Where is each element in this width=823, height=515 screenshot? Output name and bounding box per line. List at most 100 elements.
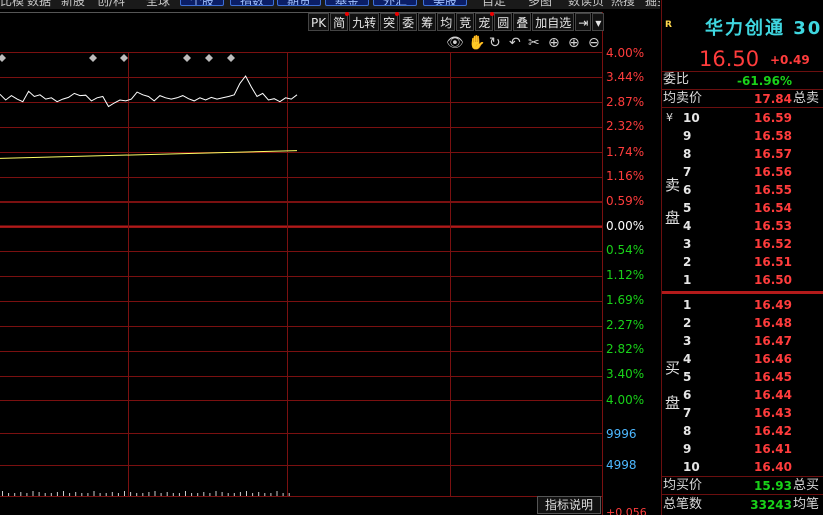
volume-bar xyxy=(154,491,156,496)
volume-bar xyxy=(117,493,119,496)
volume-bar xyxy=(105,493,107,496)
buy-price[interactable]: 16.40 xyxy=(742,459,792,475)
percent-tick: 1.74% xyxy=(606,145,645,159)
percent-tick: 1.69% xyxy=(606,293,645,307)
buy-price[interactable]: 16.42 xyxy=(742,423,792,439)
nine-turn-button[interactable]: 九转 xyxy=(349,13,380,31)
undo-icon[interactable]: ↶ xyxy=(509,36,521,50)
buy-price[interactable]: 16.45 xyxy=(742,369,792,385)
weibi-label: 委比 xyxy=(663,72,690,87)
order-button[interactable]: 委 xyxy=(399,13,418,31)
scissors-icon[interactable]: ✂ xyxy=(528,36,540,50)
current-price: 16.50 xyxy=(699,47,760,71)
orderbook-separator xyxy=(662,291,823,294)
buy-price[interactable]: 16.47 xyxy=(742,333,792,349)
buy-level: 6 xyxy=(683,388,692,402)
buy-price[interactable]: 16.48 xyxy=(742,315,792,331)
quote-panel: R 华力创通 30 16.50 +0.49 委比 -61.96% 均卖价 17.… xyxy=(661,0,823,515)
chips-button[interactable]: 筹 xyxy=(418,13,437,31)
buy-level: 8 xyxy=(683,424,692,438)
favor-button[interactable]: 宠 xyxy=(475,12,495,31)
volume-bar xyxy=(111,492,113,496)
add-watchlist-button[interactable]: 加自选 xyxy=(532,13,575,31)
buy-word: 盘 xyxy=(665,394,681,412)
sell-price[interactable]: 16.58 xyxy=(742,128,792,144)
total-sell-label: 总卖 xyxy=(793,91,820,106)
sell-price[interactable]: 16.55 xyxy=(742,182,792,198)
sell-price[interactable]: 16.53 xyxy=(742,218,792,234)
weibi-value: -61.96% xyxy=(737,74,792,88)
auction-button[interactable]: 竞 xyxy=(456,13,475,31)
volume-bar xyxy=(69,493,71,496)
sell-level: 8 xyxy=(683,147,692,161)
eye-icon[interactable]: 👁 xyxy=(446,36,464,50)
volume-bar xyxy=(185,491,186,496)
indicator-help-button[interactable]: 指标说明 xyxy=(537,496,601,514)
volume-tick: 4998 xyxy=(606,458,637,472)
overlay-button[interactable]: 叠 xyxy=(513,13,532,31)
percent-tick: 3.40% xyxy=(606,367,645,381)
volume-bar xyxy=(32,491,34,496)
percent-tick: 4.00% xyxy=(606,393,645,407)
volume-bars xyxy=(2,491,290,496)
diamond-marker xyxy=(89,54,97,62)
volume-bar xyxy=(191,493,193,496)
buy-word: 买 xyxy=(665,359,681,377)
volume-bar xyxy=(14,493,16,496)
volume-bar xyxy=(178,493,180,496)
volume-bar xyxy=(160,493,162,496)
sell-price[interactable]: 16.56 xyxy=(742,164,792,180)
sell-price[interactable]: 16.51 xyxy=(742,254,792,270)
pin-icon[interactable]: ⇥ xyxy=(575,13,592,31)
buy-level: 1 xyxy=(683,298,692,312)
zoom-in-icon[interactable]: ⊕ xyxy=(548,36,560,50)
sell-price[interactable]: 16.54 xyxy=(742,200,792,216)
simple-button[interactable]: 简 xyxy=(330,12,350,31)
sell-level: 3 xyxy=(683,237,692,251)
percent-tick: 4.00% xyxy=(606,46,645,60)
volume-bar xyxy=(26,493,28,496)
zoom-in-icon[interactable]: ⊕ xyxy=(568,36,580,50)
pk-button[interactable]: PK xyxy=(308,13,330,31)
volume-bar xyxy=(172,493,174,496)
stock-terminal: 比模 数据 新股 创/科 全球 个股 指数 期货 基金 外汇 美股 自定 多图 … xyxy=(0,0,823,515)
avg-buy-value: 15.93 xyxy=(754,479,792,493)
price-change: +0.49 xyxy=(770,53,810,67)
volume-bar xyxy=(50,493,52,496)
zoom-out-icon[interactable]: ⊖ xyxy=(588,36,600,50)
chevron-down-icon[interactable]: ▾ xyxy=(592,13,605,31)
average-button[interactable]: 均 xyxy=(437,13,456,31)
marker-row xyxy=(0,54,235,62)
volume-bar xyxy=(2,491,3,496)
buy-level: 3 xyxy=(683,334,692,348)
sell-price[interactable]: 16.59 xyxy=(742,110,792,126)
total-buy-label: 总买 xyxy=(793,478,820,493)
sell-level: 6 xyxy=(683,183,692,197)
buy-price[interactable]: 16.41 xyxy=(742,441,792,457)
sell-price[interactable]: 16.52 xyxy=(742,236,792,252)
sell-level: 4 xyxy=(683,219,692,233)
buy-price[interactable]: 16.44 xyxy=(742,387,792,403)
percent-tick: 2.27% xyxy=(606,318,645,332)
volume-bar xyxy=(136,493,138,496)
buy-price[interactable]: 16.46 xyxy=(742,351,792,367)
avg-sell-value: 17.84 xyxy=(754,92,792,106)
volume-bar xyxy=(276,491,278,496)
volume-bar xyxy=(20,492,22,496)
stock-name: 华力创通 30 xyxy=(705,18,823,39)
volume-bar xyxy=(246,491,247,496)
break-button[interactable]: 突 xyxy=(380,12,400,31)
volume-bar xyxy=(56,492,58,496)
chart-toolbar: PK 简 九转 突 委 筹 均 竞 宠 圆 叠 加自选 ⇥ ▾ xyxy=(308,12,605,32)
sell-price[interactable]: 16.50 xyxy=(742,272,792,288)
refresh-icon[interactable]: ↻ xyxy=(489,36,501,50)
sell-price[interactable]: 16.57 xyxy=(742,146,792,162)
volume-bar xyxy=(124,491,125,496)
hand-icon[interactable]: ✋ xyxy=(468,36,485,50)
buy-price[interactable]: 16.43 xyxy=(742,405,792,421)
bottom-partial-label: +0.056 xyxy=(606,506,647,515)
total-trades-label: 总笔数 xyxy=(663,497,703,512)
buy-price[interactable]: 16.49 xyxy=(742,297,792,313)
circle-button[interactable]: 圆 xyxy=(494,13,513,31)
intraday-chart[interactable] xyxy=(0,0,660,515)
